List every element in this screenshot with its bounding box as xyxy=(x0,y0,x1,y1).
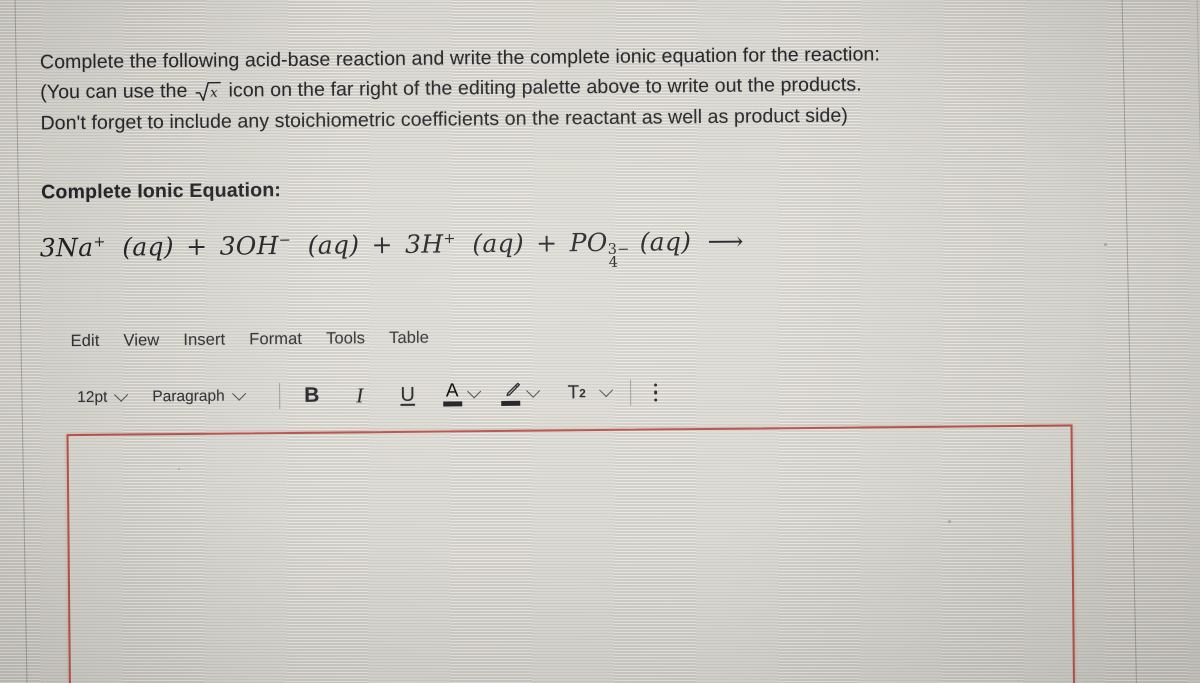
pen-glyph xyxy=(506,382,520,397)
text-color-glyph: A xyxy=(445,380,459,402)
toolbar-divider xyxy=(629,379,631,406)
equation-arrow: ⟶ xyxy=(707,226,744,256)
chevron-down-icon[interactable] xyxy=(466,384,481,399)
chevron-down-icon xyxy=(114,387,129,402)
question-prompt: Complete the following acid-base reactio… xyxy=(40,37,1101,138)
chevron-down-icon[interactable] xyxy=(598,383,613,398)
kebab-dot xyxy=(653,398,658,402)
menu-item-tools[interactable]: Tools xyxy=(314,327,377,351)
kebab-dot xyxy=(653,390,658,395)
equation-term-phosphate: PO 3− 4 xyxy=(569,227,630,272)
menu-item-insert[interactable]: Insert xyxy=(171,328,237,352)
superscript-base: T xyxy=(567,382,580,404)
chevron-down-icon[interactable] xyxy=(525,383,540,398)
equation-state-aq-3: (aq) xyxy=(463,228,525,259)
section-label-complete-ionic-equation: Complete Ionic Equation: xyxy=(41,179,282,204)
prompt-line-2-before: (You can use the xyxy=(40,79,194,104)
toolbar-divider xyxy=(278,383,280,410)
equation-plus-3: + xyxy=(536,228,558,258)
svg-text:x: x xyxy=(210,86,218,101)
prompt-line-2-after: icon on the far right of the editing pal… xyxy=(222,73,862,102)
sqrt-x-icon: x xyxy=(193,77,223,107)
bold-button[interactable]: B xyxy=(295,382,329,410)
menu-item-format[interactable]: Format xyxy=(237,328,314,352)
equation-term-hydroxide: 3OH− xyxy=(219,231,292,261)
superscript-icon[interactable]: T2 xyxy=(560,379,594,407)
highlight-color-control[interactable] xyxy=(497,382,542,406)
superscript-exponent: 2 xyxy=(579,386,586,400)
kebab-dot xyxy=(653,383,658,387)
answer-editor-textarea[interactable] xyxy=(66,424,1076,683)
text-color-control[interactable]: A xyxy=(439,380,483,407)
menu-item-edit[interactable]: Edit xyxy=(69,330,112,353)
editor-menubar: Edit View Insert Format Tools Table xyxy=(69,327,442,354)
editor-toolbar: 12pt Paragraph B I U A T 2 xyxy=(71,377,665,413)
screen-photo-background: Complete the following acid-base reactio… xyxy=(0,0,1200,683)
equation-state-aq-2: (aq) xyxy=(299,230,360,260)
block-format-dropdown[interactable]: Paragraph xyxy=(146,385,250,408)
italic-button[interactable]: I xyxy=(343,381,377,409)
block-format-value: Paragraph xyxy=(152,387,225,406)
equation-term-sodium: 3Na+ xyxy=(39,232,106,263)
text-color-swatch xyxy=(442,401,462,407)
chemical-equation: 3Na+ (aq) + 3OH− (aq) + 3H+ (aq) + PO 3− 4… xyxy=(39,226,744,272)
chevron-down-icon xyxy=(231,386,246,401)
menu-item-view[interactable]: View xyxy=(111,329,171,353)
font-size-value: 12pt xyxy=(77,388,108,407)
equation-term-hydrogen: 3H+ xyxy=(404,229,456,259)
equation-state-aq-4: (aq) xyxy=(631,227,692,257)
highlighter-pen-icon[interactable] xyxy=(501,382,521,406)
highlight-color-swatch xyxy=(501,400,521,406)
text-color-icon[interactable]: A xyxy=(442,380,462,407)
menu-item-table[interactable]: Table xyxy=(377,327,441,351)
font-size-dropdown[interactable]: 12pt xyxy=(71,386,132,409)
equation-plus-1: + xyxy=(186,231,208,261)
more-options-kebab-icon[interactable] xyxy=(646,383,666,402)
superscript-control[interactable]: T2 xyxy=(556,379,615,408)
equation-plus-2: + xyxy=(371,229,393,260)
equation-state-aq-1: (aq) xyxy=(113,232,175,262)
underline-button[interactable]: U xyxy=(391,381,425,409)
